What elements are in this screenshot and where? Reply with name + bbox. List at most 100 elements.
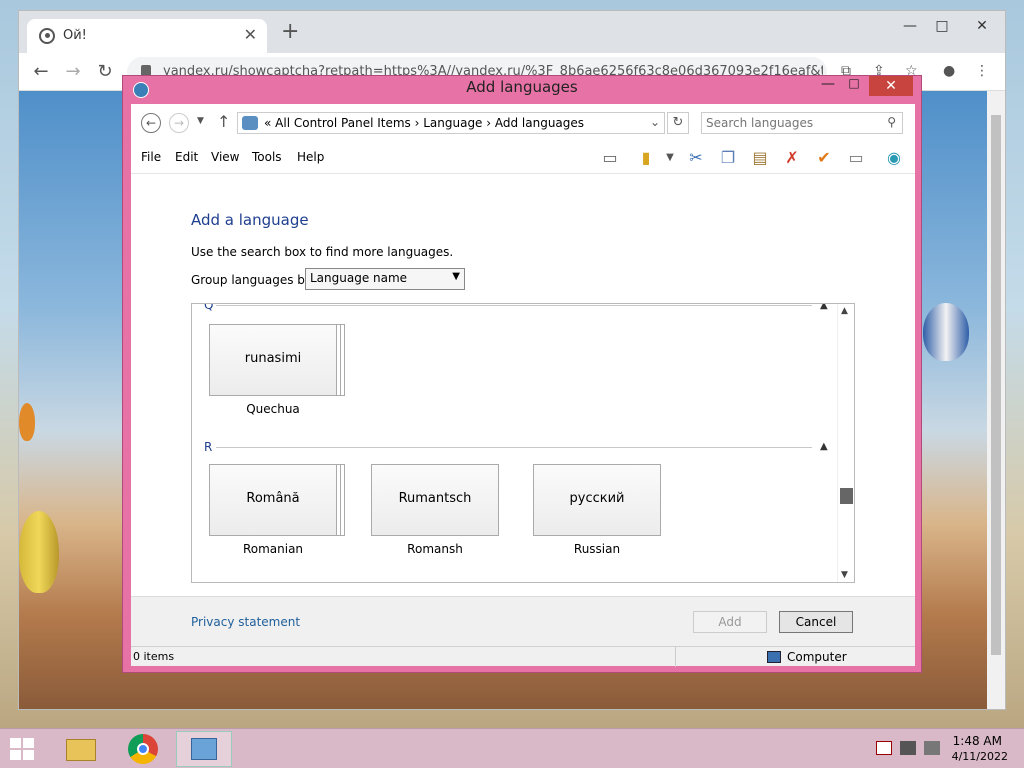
add-languages-window: Add languages — □ ✕ ← → ▼ ↑ « All Contro…: [122, 75, 922, 673]
language-list[interactable]: Q ▲ runasimi Quechua R ▲ Română Romanian…: [191, 303, 855, 583]
browser-minimize-button[interactable]: —: [895, 15, 925, 37]
search-box[interactable]: ⚲: [701, 112, 903, 134]
chevron-down-icon[interactable]: ⌄: [650, 115, 660, 129]
window-minimize-button[interactable]: —: [815, 76, 841, 96]
language-tile-quechua[interactable]: runasimi: [209, 324, 337, 396]
search-input[interactable]: [706, 115, 876, 131]
group-by-value: Language name: [310, 271, 408, 285]
menu-tools[interactable]: Tools: [252, 150, 282, 164]
file-explorer-icon[interactable]: [54, 731, 110, 767]
globe-icon: [39, 28, 55, 44]
forward-arrow-icon[interactable]: →: [169, 113, 189, 133]
collapse-caret-icon[interactable]: ▲: [820, 304, 828, 311]
collapse-caret-icon[interactable]: ▲: [820, 441, 828, 452]
language-tile-russian[interactable]: русский: [533, 464, 661, 536]
menu-view[interactable]: View: [211, 150, 239, 164]
group-letter: R: [204, 440, 213, 454]
profile-icon[interactable]: ●: [943, 63, 955, 79]
explorer-address-bar: ← → ▼ ↑ « All Control Panel Items › Lang…: [131, 104, 915, 142]
reload-button[interactable]: ↻: [93, 61, 117, 82]
back-arrow-icon[interactable]: ←: [141, 113, 161, 133]
scrollbar-thumb[interactable]: [840, 488, 853, 504]
tile-language-name: Russian: [573, 542, 621, 556]
window-close-button[interactable]: ✕: [869, 76, 913, 96]
balloon-image: [923, 303, 969, 361]
paste-icon[interactable]: ▤: [749, 147, 771, 169]
browser-tab[interactable]: Ой! ✕: [27, 19, 267, 53]
chrome-icon[interactable]: [116, 731, 172, 767]
tile-native-name: Rumantsch: [398, 491, 472, 506]
clock-time[interactable]: 1:48 AM: [953, 734, 1002, 748]
menu-edit[interactable]: Edit: [175, 150, 198, 164]
windows-start-icon[interactable]: [10, 738, 36, 760]
tile-native-name: runasimi: [244, 351, 302, 366]
browser-tab-bar: Ой! ✕ + — □ ✕: [19, 11, 1005, 53]
menu-icon[interactable]: ⋮: [975, 63, 989, 79]
action-center-flag-icon[interactable]: [876, 741, 892, 755]
up-arrow-icon[interactable]: ↑: [217, 112, 230, 131]
system-tray: 1:48 AM 4/11/2022: [864, 729, 1024, 768]
group-divider: [216, 447, 812, 448]
scrollbar-thumb[interactable]: [991, 115, 1001, 655]
chevron-down-icon[interactable]: ▼: [659, 147, 681, 169]
status-location: Computer: [787, 650, 847, 664]
window-maximize-button[interactable]: □: [841, 76, 867, 96]
control-panel-taskbar-icon[interactable]: [176, 731, 232, 767]
group-by-label: Group languages by:: [191, 273, 316, 287]
scroll-up-icon[interactable]: ▲: [841, 306, 848, 316]
folder-options-icon[interactable]: ▮: [635, 147, 657, 169]
page-title: Add a language: [191, 211, 309, 229]
window-title: Add languages: [466, 78, 578, 96]
breadcrumb[interactable]: « All Control Panel Items › Language › A…: [237, 112, 665, 134]
layout-icon[interactable]: ▭: [599, 147, 621, 169]
new-tab-button[interactable]: +: [281, 21, 299, 43]
search-icon[interactable]: ⚲: [887, 115, 896, 129]
refresh-icon[interactable]: ↻: [667, 112, 689, 134]
breadcrumb-text[interactable]: « All Control Panel Items › Language › A…: [264, 116, 584, 130]
computer-icon: [767, 651, 781, 663]
check-icon[interactable]: ✔: [813, 147, 835, 169]
status-bar: 0 items Computer: [131, 646, 915, 667]
cut-icon[interactable]: ✂: [685, 147, 707, 169]
network-icon[interactable]: [900, 741, 916, 755]
forward-button[interactable]: →: [61, 61, 85, 82]
tile-language-name: Romanian: [242, 542, 304, 556]
group-divider: [216, 305, 812, 306]
cancel-button[interactable]: Cancel: [779, 611, 853, 633]
scroll-down-icon[interactable]: ▼: [841, 570, 848, 580]
tab-close-icon[interactable]: ✕: [244, 25, 257, 44]
browser-scrollbar[interactable]: [987, 91, 1005, 709]
tile-language-name: Quechua: [246, 402, 300, 416]
add-button[interactable]: Add: [693, 611, 767, 633]
tile-native-name: русский: [569, 491, 625, 506]
browser-maximize-button[interactable]: □: [927, 15, 957, 37]
status-divider: [675, 647, 676, 667]
properties-icon[interactable]: ▭: [845, 147, 867, 169]
shell-icon[interactable]: ◉: [883, 147, 905, 169]
chevron-down-icon[interactable]: ▼: [197, 116, 204, 126]
balloon-image: [19, 511, 59, 593]
back-button[interactable]: ←: [29, 61, 53, 82]
balloon-image: [19, 403, 35, 441]
privacy-statement-link[interactable]: Privacy statement: [191, 615, 300, 629]
menu-bar: File Edit View Tools Help ▭ ▮ ▼ ✂ ❐ ▤ ✗ …: [131, 142, 915, 174]
tab-title: Ой!: [63, 28, 87, 43]
menu-file[interactable]: File: [141, 150, 161, 164]
chevron-down-icon: ▼: [452, 271, 460, 282]
delete-icon[interactable]: ✗: [781, 147, 803, 169]
instruction-text: Use the search box to find more language…: [191, 245, 454, 259]
language-tile-romanian[interactable]: Română: [209, 464, 337, 536]
list-scrollbar[interactable]: ▲ ▼: [837, 304, 854, 582]
clock-date[interactable]: 4/11/2022: [952, 750, 1008, 763]
dialog-footer: Privacy statement Add Cancel: [131, 596, 915, 646]
tile-native-name: Română: [246, 491, 300, 506]
window-client: ← → ▼ ↑ « All Control Panel Items › Lang…: [131, 104, 915, 667]
menu-help[interactable]: Help: [297, 150, 324, 164]
main-content: Add a language Use the search box to fin…: [131, 175, 915, 596]
copy-icon[interactable]: ❐: [717, 147, 739, 169]
browser-close-button[interactable]: ✕: [959, 15, 1005, 37]
language-tile-romansh[interactable]: Rumantsch: [371, 464, 499, 536]
item-count: 0 items: [133, 650, 175, 663]
group-by-select[interactable]: Language name ▼: [305, 268, 465, 290]
volume-muted-icon[interactable]: [924, 741, 940, 755]
